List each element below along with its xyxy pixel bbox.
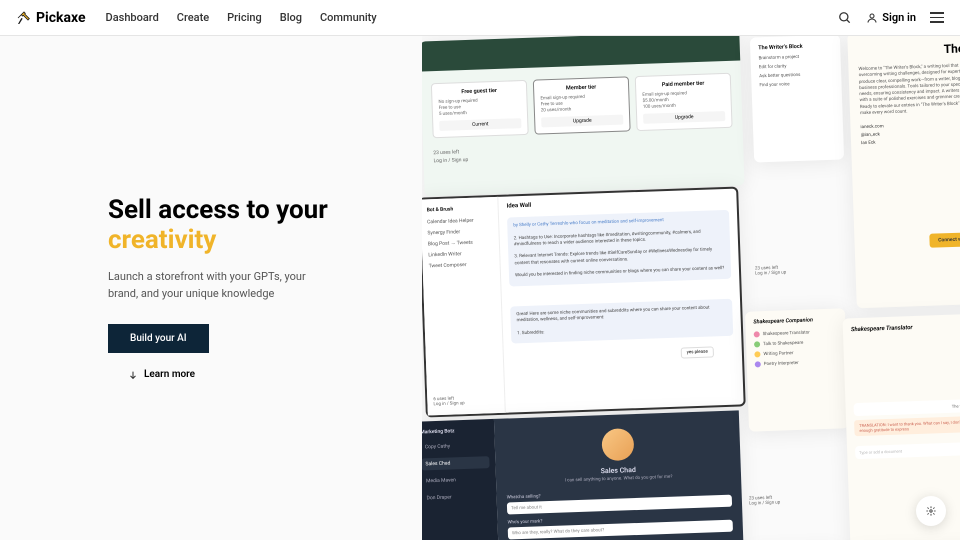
- nav-pricing[interactable]: Pricing: [227, 11, 262, 24]
- sidebar-item[interactable]: Synergy Finder: [428, 228, 493, 236]
- profile-name: Ian Eck: [861, 137, 960, 146]
- pickaxe-icon: [16, 10, 32, 26]
- tier-paid-btn[interactable]: Upgrade: [643, 111, 725, 124]
- uses-block: 23 uses left Log in / Sign up: [755, 265, 787, 276]
- header-left: Pickaxe Dashboard Create Pricing Blog Co…: [16, 10, 377, 26]
- tier-free-name: Free guest tier: [438, 87, 520, 96]
- preview-idea-wall: Bot & Brush Calendar Idea Helper Synergy…: [422, 186, 746, 417]
- sidebar-item[interactable]: Media Maven: [422, 473, 490, 487]
- profile-handle[interactable]: @ian_eck: [861, 129, 960, 138]
- sidebar-item-selected[interactable]: Sales Chad: [422, 456, 490, 470]
- translation-output: TRANSLATION: I want to thank you. What c…: [854, 416, 960, 436]
- translator-title: Shakespeare Translator: [851, 322, 960, 333]
- list-item[interactable]: Talk to Shakespeare: [754, 339, 838, 348]
- dot-icon: [755, 361, 761, 367]
- signin-label: Sign in: [882, 11, 916, 24]
- chat-message: Great! Here are some niche communities a…: [510, 298, 733, 343]
- preview-writers-block-card: The W Welcome to "The Writer's Block," a…: [848, 36, 960, 308]
- learn-more-label: Learn more: [144, 369, 195, 380]
- hero-subtitle: Launch a storefront with your GPTs, your…: [108, 269, 318, 302]
- hero-title-line1: Sell access to your: [108, 195, 328, 225]
- search-icon[interactable]: [838, 11, 852, 25]
- fab-button[interactable]: [916, 496, 946, 526]
- profile-link[interactable]: ianeck.com: [861, 121, 960, 130]
- dot-icon: [754, 331, 760, 337]
- dot-icon: [754, 341, 760, 347]
- learn-more-link[interactable]: Learn more: [128, 369, 382, 380]
- tier-member-name: Member tier: [540, 84, 622, 93]
- idea-wall-brand: Bot & Brush: [427, 205, 492, 213]
- arrow-down-icon: [128, 370, 138, 380]
- p2-login[interactable]: Log in / Sign up: [434, 401, 465, 407]
- hero-title: Sell access to your creativity: [108, 196, 382, 256]
- sidebar-item[interactable]: Tweet Composer: [429, 261, 494, 269]
- preview-pricing-panel: Free guest tier No sign-up required Free…: [422, 36, 745, 197]
- list-item[interactable]: Poetry Interpreter: [755, 359, 839, 368]
- writers-block-title: The Writer's Block: [759, 43, 833, 52]
- card-title: The W: [858, 41, 960, 59]
- card-description: Welcome to "The Writer's Block," a writi…: [859, 63, 960, 118]
- list-item[interactable]: Find your voice: [760, 81, 834, 89]
- build-ai-button[interactable]: Build your AI: [108, 324, 209, 353]
- hero-title-line2: creativity: [108, 225, 216, 255]
- sidebar-item[interactable]: Blog Post → Tweets: [428, 239, 493, 247]
- sidebar-item[interactable]: Copy Cathy: [422, 439, 489, 453]
- sidebar-item[interactable]: LinkedIn Writer: [429, 250, 494, 258]
- chat-message: by Shelly or Cathy Terreshlo who focus o…: [507, 210, 731, 286]
- idea-wall-main: Idea Wall by Shelly or Cathy Terreshlo w…: [499, 189, 744, 413]
- tier-free-btn[interactable]: Current: [440, 118, 522, 131]
- marketing-main: Sales Chad I can sell anything to anyone…: [494, 410, 745, 540]
- tier-paid[interactable]: Paid member tier Email sign-up required …: [635, 73, 733, 131]
- user-reply-pill: yes please: [681, 346, 714, 358]
- idea-wall-title: Idea Wall: [507, 195, 729, 210]
- hero-right: Free guest tier No sign-up required Free…: [422, 36, 960, 540]
- list-item[interactable]: Edit for clarity: [759, 63, 833, 71]
- header: Pickaxe Dashboard Create Pricing Blog Co…: [0, 0, 960, 36]
- nav-dashboard[interactable]: Dashboard: [106, 11, 159, 24]
- header-right: Sign in: [838, 11, 944, 25]
- companion-title: Shakespeare Companion: [754, 317, 838, 326]
- uses-block: 23 uses left Log in / Sign up: [749, 495, 781, 506]
- hero: Sell access to your creativity Launch a …: [0, 36, 960, 540]
- nav-create[interactable]: Create: [177, 11, 209, 24]
- brand-name: Pickaxe: [36, 10, 86, 26]
- list-item[interactable]: Brainstorm a project: [759, 54, 833, 62]
- list-item[interactable]: Ask better questions: [760, 72, 834, 80]
- dot-icon: [755, 351, 761, 357]
- chat-message: The thanks I: [854, 399, 960, 416]
- avatar: [601, 428, 634, 461]
- tier-paid-name: Paid member tier: [642, 80, 724, 89]
- chat-input[interactable]: Type or add a document: [855, 442, 960, 459]
- sparkle-icon: [924, 504, 938, 518]
- marketing-brand: Marketing Botz: [422, 427, 488, 435]
- connect-button[interactable]: Connect with me: [930, 232, 960, 248]
- marketing-sidebar: Marketing Botz Copy Cathy Sales Chad Med…: [422, 419, 500, 540]
- preview-shakespeare-companion: Shakespeare Companion Shakespeare Transl…: [745, 308, 849, 431]
- sidebar-item[interactable]: Calendar Idea Helper: [427, 217, 492, 225]
- tier-free[interactable]: Free guest tier No sign-up required Free…: [431, 80, 529, 138]
- list-item[interactable]: Writing Partner: [755, 349, 839, 358]
- preview-writers-block-nav: The Writer's Block Brainstorm a project …: [750, 36, 844, 163]
- hero-left: Sell access to your creativity Launch a …: [0, 196, 422, 381]
- menu-icon[interactable]: [930, 12, 944, 23]
- preview-marketing-panel: Marketing Botz Copy Cathy Sales Chad Med…: [422, 410, 745, 540]
- user-icon: [866, 12, 878, 24]
- idea-wall-sidebar: Bot & Brush Calendar Idea Helper Synergy…: [422, 197, 506, 416]
- nav-community[interactable]: Community: [320, 11, 377, 24]
- brand-logo[interactable]: Pickaxe: [16, 10, 86, 26]
- tier-member[interactable]: Member tier Email sign-up required Free …: [533, 76, 631, 134]
- nav-blog[interactable]: Blog: [280, 11, 302, 24]
- signin-button[interactable]: Sign in: [866, 11, 916, 24]
- sidebar-item[interactable]: Don Draper: [423, 490, 491, 504]
- nav-links: Dashboard Create Pricing Blog Community: [106, 11, 377, 24]
- list-item[interactable]: Shakespeare Translator: [754, 329, 838, 338]
- tier-member-btn[interactable]: Upgrade: [542, 115, 624, 128]
